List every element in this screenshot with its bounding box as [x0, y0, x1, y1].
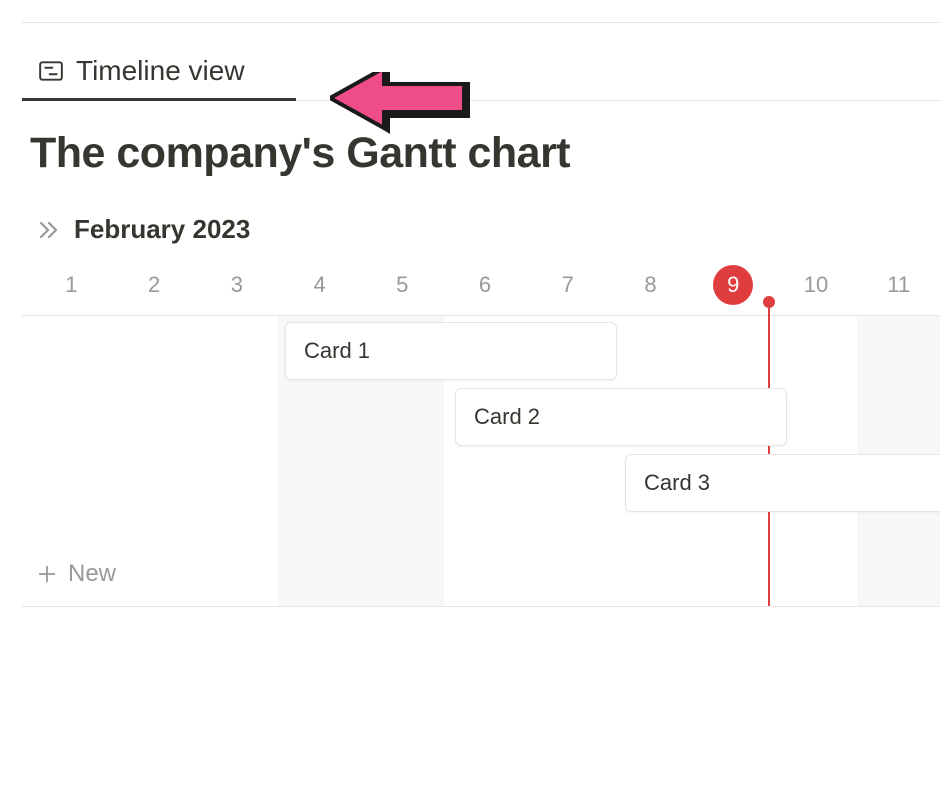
gantt-card-label: Card 3 — [644, 470, 710, 496]
month-row: February 2023 — [0, 178, 940, 245]
tab-divider — [296, 100, 940, 101]
day-cell[interactable]: 7 — [526, 272, 609, 298]
timeline-area: 123456789 1011 Card 1 Card 2 Card 3 New — [0, 255, 940, 607]
new-row-button[interactable]: New — [36, 560, 116, 588]
title-area: The company's Gantt chart — [0, 101, 940, 178]
day-cell[interactable]: 4 — [278, 272, 361, 298]
today-badge: 9 — [713, 265, 753, 305]
month-label: February 2023 — [74, 214, 250, 245]
tab-bar: Timeline view — [0, 23, 940, 101]
gantt-card-label: Card 1 — [304, 338, 370, 364]
tab-underline — [22, 98, 296, 101]
gantt-card[interactable]: Card 2 — [455, 388, 787, 446]
plus-icon — [36, 563, 58, 585]
gantt-column — [113, 316, 196, 606]
gantt-body: Card 1 Card 2 Card 3 New — [22, 315, 940, 607]
new-row-label: New — [68, 560, 116, 588]
day-cell[interactable]: 1 — [30, 272, 113, 298]
page-title: The company's Gantt chart — [30, 129, 940, 178]
day-cell[interactable]: 6 — [444, 272, 527, 298]
gantt-column — [195, 316, 278, 606]
day-cell[interactable]: 9 — [692, 265, 775, 305]
day-cell[interactable]: 11 — [857, 272, 940, 298]
gantt-card-label: Card 2 — [474, 404, 540, 430]
day-cell[interactable]: 5 — [361, 272, 444, 298]
day-cell[interactable]: 2 — [113, 272, 196, 298]
day-cell[interactable]: 3 — [195, 272, 278, 298]
day-cell[interactable]: 10 — [775, 272, 858, 298]
chevron-double-right-icon[interactable] — [36, 218, 60, 242]
tab-timeline-view[interactable]: Timeline view — [38, 55, 245, 101]
day-header: 123456789 1011 — [0, 255, 940, 315]
tab-label: Timeline view — [76, 55, 245, 87]
gantt-card[interactable]: Card 1 — [285, 322, 617, 380]
day-cell[interactable]: 8 — [609, 272, 692, 298]
gantt-card[interactable]: Card 3 — [625, 454, 940, 512]
timeline-icon — [38, 58, 64, 84]
